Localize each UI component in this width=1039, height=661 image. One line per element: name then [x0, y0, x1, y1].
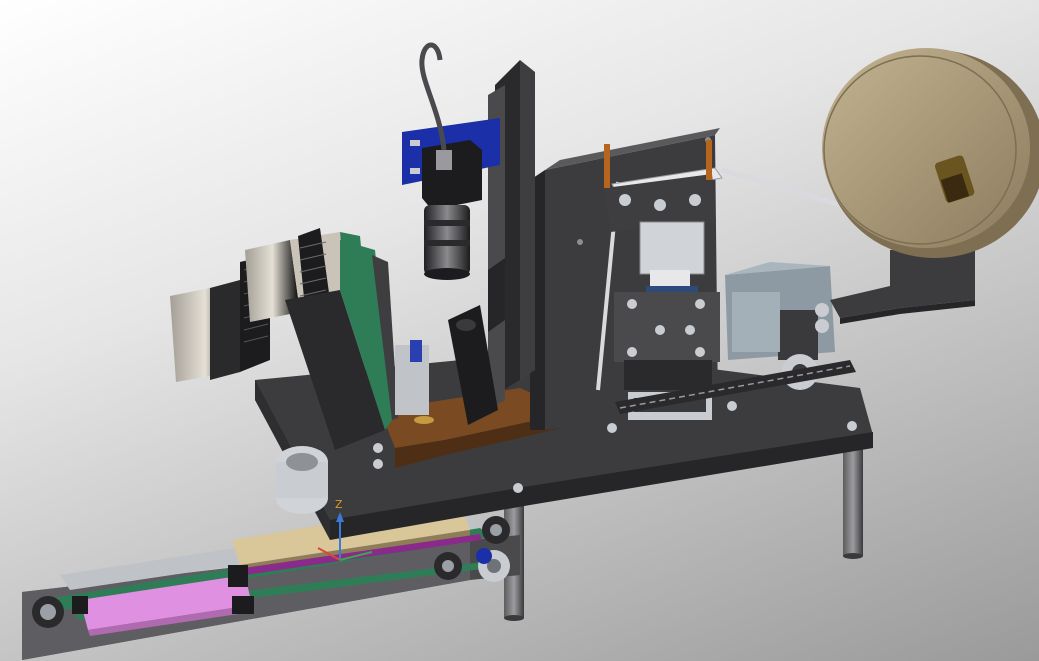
tape-reel-icon[interactable] [822, 48, 1039, 258]
conveyor-icon[interactable] [22, 502, 520, 660]
pulley-stack [276, 446, 328, 514]
camera-post [488, 60, 535, 410]
assembly-model[interactable]: Z [0, 0, 1039, 661]
triad-z-label: Z [335, 498, 343, 511]
lens-icon [424, 205, 470, 280]
cad-viewport[interactable]: Z [0, 0, 1039, 661]
reel-arm [830, 250, 975, 324]
